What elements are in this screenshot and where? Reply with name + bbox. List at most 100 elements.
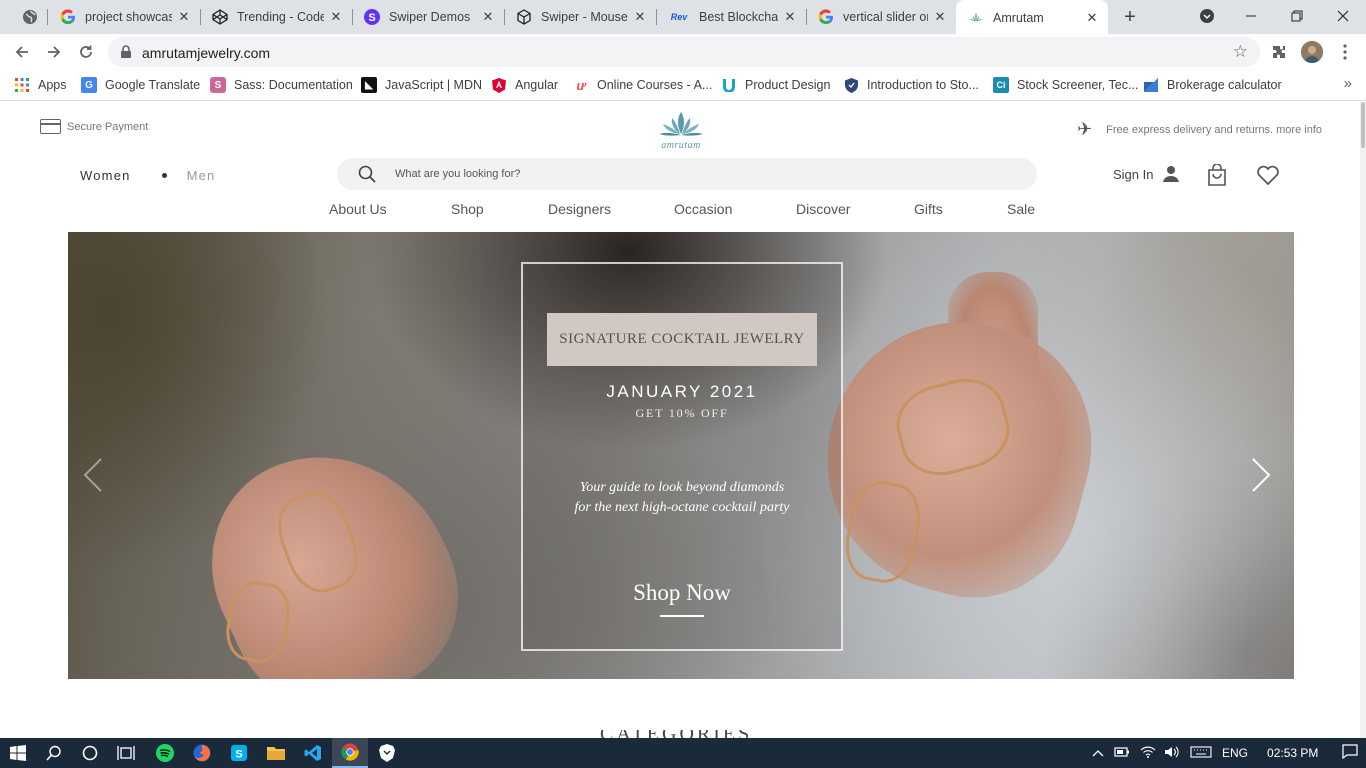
browser-toolbar: amrutamjewelry.com ☆ <box>0 35 1366 69</box>
bookmark-label: Online Courses - A... <box>597 78 713 92</box>
chrome-menu-icon[interactable] <box>1334 41 1356 63</box>
uxpin-icon <box>721 77 737 93</box>
bookmark-product-design[interactable]: Product Design <box>721 76 830 94</box>
bookmark-brokerage-calculator[interactable]: Brokerage calculator <box>1143 76 1282 94</box>
address-bar[interactable]: amrutamjewelry.com ☆ <box>108 37 1260 67</box>
tab-vertical-slider[interactable]: vertical slider on ✕ <box>806 0 956 34</box>
bookmark-label: JavaScript | MDN <box>385 78 483 92</box>
firefox-icon[interactable] <box>184 738 220 768</box>
cortana-icon[interactable] <box>72 738 108 768</box>
tab-title: Amrutam <box>993 10 1044 25</box>
close-icon[interactable]: ✕ <box>632 9 648 25</box>
more-bookmarks-icon[interactable]: » <box>1344 75 1352 92</box>
ci-icon: Ci <box>993 77 1009 93</box>
nav-designers[interactable]: Designers <box>548 201 611 217</box>
shopping-bag-icon[interactable] <box>1207 164 1227 186</box>
tab-amrutam[interactable]: Amrutam ✕ <box>956 0 1108 35</box>
bookmark-stock-screener[interactable]: Ci Stock Screener, Tec... <box>993 76 1138 94</box>
nav-occasion[interactable]: Occasion <box>674 201 732 217</box>
tab-swiper-mousewheel[interactable]: Swiper - Mousewheel ✕ <box>504 0 656 34</box>
close-icon[interactable]: ✕ <box>932 9 948 25</box>
language-indicator[interactable]: ENG <box>1222 746 1248 760</box>
page-scrollbar[interactable] <box>1360 102 1366 738</box>
user-icon <box>1163 166 1180 182</box>
wishlist-heart-icon[interactable] <box>1256 165 1280 185</box>
close-icon[interactable]: ✕ <box>782 9 798 25</box>
site-logo[interactable]: amrutam <box>655 110 707 151</box>
sass-icon: S <box>210 77 226 93</box>
scrollbar-thumb[interactable] <box>1361 102 1365 148</box>
bookmark-google-translate[interactable]: G Google Translate <box>81 76 200 94</box>
tab-codepen[interactable]: Trending - CodePen ✕ <box>200 0 352 34</box>
tab-title: Best Blockchain <box>699 10 778 24</box>
nav-gifts[interactable]: Gifts <box>914 201 943 217</box>
secure-payment: Secure Payment <box>40 119 148 134</box>
chevron-up-icon[interactable] <box>1092 746 1104 760</box>
shop-now-button[interactable]: Shop Now <box>521 580 843 606</box>
hero-slider[interactable]: SIGNATURE COCKTAIL JEWELRY JANUARY 2021 … <box>68 232 1294 679</box>
spotify-icon[interactable] <box>147 738 183 768</box>
bookmark-label: Brokerage calculator <box>1167 78 1282 92</box>
search-icon[interactable] <box>36 738 72 768</box>
chrome-icon[interactable] <box>332 738 368 768</box>
bookmark-introduction-to-stocks[interactable]: Introduction to Sto... <box>843 76 979 94</box>
arrow-right-icon <box>48 46 61 58</box>
slider-prev-arrow-icon[interactable] <box>82 457 104 493</box>
brave-icon[interactable] <box>369 738 405 768</box>
action-center-icon[interactable] <box>1342 744 1358 762</box>
gender-men-link[interactable]: Men <box>187 168 216 183</box>
bookmark-angular[interactable]: Angular <box>491 76 558 94</box>
restore-button[interactable] <box>1274 0 1320 32</box>
tab-best-blockchain[interactable]: Rev Best Blockchain ✕ <box>656 0 806 34</box>
tab-search-button[interactable] <box>12 0 48 34</box>
tab-search-dropdown-button[interactable] <box>1184 0 1230 32</box>
browser-tab-strip: project showcase ✕ Trending - CodePen ✕ … <box>0 0 1366 35</box>
bookmark-online-courses[interactable]: ư Online Courses - A... <box>573 76 712 94</box>
sign-in-link[interactable]: Sign In <box>1113 165 1180 183</box>
bookmark-apps[interactable]: Apps <box>14 76 67 94</box>
close-icon[interactable]: ✕ <box>176 9 192 25</box>
search-input[interactable] <box>395 165 995 183</box>
skype-icon[interactable]: S <box>221 738 257 768</box>
wifi-icon[interactable] <box>1140 746 1156 761</box>
nav-shop[interactable]: Shop <box>451 201 484 217</box>
slider-next-arrow-icon[interactable] <box>1250 457 1272 493</box>
reload-button[interactable] <box>72 38 100 66</box>
extensions-puzzle-icon[interactable] <box>1268 41 1290 63</box>
delivery-info[interactable]: ✈ Free express delivery and returns. mor… <box>1077 119 1322 140</box>
bookmark-sass[interactable]: S Sass: Documentation <box>210 76 353 94</box>
keyboard-icon[interactable] <box>1190 745 1212 761</box>
vscode-icon[interactable] <box>295 738 331 768</box>
bookmark-star-icon[interactable]: ☆ <box>1233 42 1248 62</box>
categories-heading: CATEGORIES <box>600 730 770 738</box>
close-icon[interactable]: ✕ <box>480 9 496 25</box>
nav-about-us[interactable]: About Us <box>329 201 387 217</box>
minimize-button[interactable] <box>1228 0 1274 32</box>
airplane-icon: ✈ <box>1077 119 1093 139</box>
forward-button[interactable] <box>40 38 68 66</box>
file-explorer-icon[interactable] <box>258 738 294 768</box>
nav-sale[interactable]: Sale <box>1007 201 1035 217</box>
windows-taskbar: S ENG 02:53 PM <box>0 738 1366 768</box>
task-view-icon[interactable] <box>108 738 144 768</box>
close-icon[interactable]: ✕ <box>1084 10 1100 26</box>
tab-swiper-demos[interactable]: S Swiper Demos ✕ <box>352 0 504 34</box>
hero-tagline-line-2: for the next high-octane cocktail party <box>574 500 790 515</box>
nav-discover[interactable]: Discover <box>796 201 850 217</box>
close-window-button[interactable] <box>1320 0 1366 32</box>
back-button[interactable] <box>8 38 36 66</box>
battery-icon[interactable] <box>1114 746 1130 761</box>
volume-icon[interactable] <box>1164 746 1180 761</box>
search-icon[interactable] <box>358 165 376 183</box>
gender-women-link[interactable]: Women <box>80 168 131 183</box>
close-icon[interactable]: ✕ <box>328 9 344 25</box>
hero-offer: GET 10% OFF <box>635 406 729 420</box>
bookmark-mdn[interactable]: ◣ JavaScript | MDN <box>361 76 482 94</box>
minimize-icon <box>1246 15 1256 17</box>
clock-time[interactable]: 02:53 PM <box>1267 746 1318 760</box>
apps-grid-icon <box>14 77 30 93</box>
profile-avatar[interactable] <box>1301 41 1323 63</box>
tab-project-showcase[interactable]: project showcase ✕ <box>48 0 200 34</box>
windows-start-icon[interactable] <box>0 738 36 768</box>
new-tab-button[interactable]: + <box>1118 5 1142 29</box>
